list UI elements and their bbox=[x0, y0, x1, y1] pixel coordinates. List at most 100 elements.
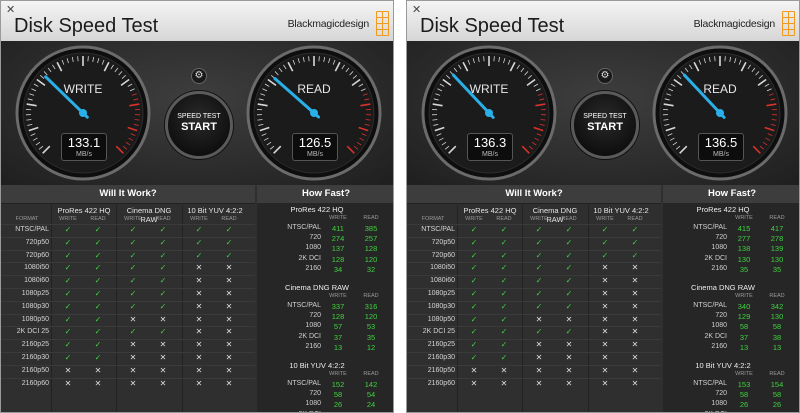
read-speed-value: 58 bbox=[772, 390, 782, 400]
cross-icon: ✕ bbox=[631, 327, 639, 337]
logo-square bbox=[788, 29, 795, 36]
check-icon: ✓ bbox=[64, 353, 72, 362]
write-speed-value: 35 bbox=[739, 264, 749, 274]
cross-icon: ✕ bbox=[535, 314, 543, 324]
cross-icon: ✕ bbox=[631, 301, 639, 311]
format-label: 2160p60 bbox=[21, 379, 49, 387]
check-icon: ✓ bbox=[565, 327, 573, 337]
read-unit: MB/s bbox=[307, 151, 323, 158]
format-label: 720p60 bbox=[25, 251, 49, 259]
cross-icon: ✕ bbox=[565, 378, 573, 388]
speed-row-label: 1080 bbox=[305, 400, 321, 408]
codec-column-header: 10 Bit YUV 4:2:2 bbox=[187, 206, 243, 215]
close-icon[interactable]: ✕ bbox=[6, 5, 15, 16]
speed-row-label: 2160 bbox=[711, 342, 727, 350]
check-icon: ✓ bbox=[129, 327, 137, 337]
check-icon: ✓ bbox=[535, 327, 543, 337]
cross-icon: ✕ bbox=[225, 314, 233, 324]
cross-icon: ✕ bbox=[195, 365, 203, 375]
format-label: 2160p60 bbox=[427, 379, 455, 387]
write-speed-value: 37 bbox=[739, 332, 749, 342]
check-icon: ✓ bbox=[535, 250, 543, 260]
check-icon: ✓ bbox=[64, 314, 72, 324]
speed-row-label: NTSC/PAL bbox=[287, 224, 321, 231]
speed-test-start-button[interactable]: SPEED TEST START bbox=[165, 91, 233, 159]
format-label: 1080p25 bbox=[427, 290, 455, 297]
close-icon[interactable]: ✕ bbox=[412, 5, 421, 16]
read-gauge-label: READ bbox=[297, 82, 331, 96]
check-icon: ✓ bbox=[94, 237, 102, 247]
cross-icon: ✕ bbox=[225, 353, 233, 362]
check-icon: ✓ bbox=[535, 225, 543, 234]
check-icon: ✓ bbox=[565, 225, 573, 234]
window-title: Disk Speed Test bbox=[420, 15, 565, 37]
speed-row-label: 1080 bbox=[305, 322, 321, 330]
check-icon: ✓ bbox=[470, 289, 478, 298]
check-icon: ✓ bbox=[94, 353, 102, 362]
check-icon: ✓ bbox=[64, 289, 72, 298]
write-speed-value: 13 bbox=[739, 342, 749, 352]
start-button-line2: START bbox=[587, 121, 623, 133]
check-icon: ✓ bbox=[470, 225, 478, 234]
speed-group-title: ProRes 422 HQ bbox=[696, 205, 750, 214]
write-value-box: 133.1 MB/s bbox=[61, 133, 107, 161]
speed-group-title: Cinema DNG RAW bbox=[285, 283, 349, 292]
write-value: 136.3 bbox=[473, 135, 507, 150]
how-fast-header: How Fast? bbox=[663, 185, 799, 204]
cross-icon: ✕ bbox=[225, 276, 233, 286]
speed-group-title: ProRes 422 HQ bbox=[290, 205, 344, 214]
check-icon: ✓ bbox=[601, 237, 609, 247]
cross-icon: ✕ bbox=[129, 314, 137, 324]
check-icon: ✓ bbox=[94, 250, 102, 260]
results-panel: Will It Work? How Fast? ProRes 422 HQ WRITE… bbox=[407, 185, 799, 412]
read-speed-value: 120 bbox=[364, 254, 378, 264]
check-icon: ✓ bbox=[64, 276, 72, 286]
check-icon: ✓ bbox=[535, 237, 543, 247]
read-speed-value: 128 bbox=[364, 244, 378, 254]
gear-icon[interactable]: ⚙ bbox=[191, 68, 207, 84]
check-icon: ✓ bbox=[500, 250, 508, 260]
cross-icon: ✕ bbox=[631, 353, 639, 362]
format-label: 720p60 bbox=[431, 251, 455, 259]
format-label: NTSC/PAL bbox=[15, 226, 49, 233]
check-icon: ✓ bbox=[470, 276, 478, 286]
speed-row-label: 1080 bbox=[305, 244, 321, 252]
format-label: 720p50 bbox=[25, 238, 49, 246]
gauge-panel: WRITE 133.1 MB/s READ 126.5 MB/s ⚙ SPEED TEST ST… bbox=[1, 41, 393, 185]
speed-group-title: Cinema DNG RAW bbox=[691, 283, 755, 292]
gear-icon[interactable]: ⚙ bbox=[597, 68, 613, 84]
speed-row-label: 720 bbox=[309, 390, 321, 398]
gauge-panel: WRITE 136.3 MB/s READ 136.5 MB/s ⚙ SPEED TEST ST… bbox=[407, 41, 799, 185]
write-speed-value: 129 bbox=[737, 312, 751, 322]
write-value: 133.1 bbox=[67, 135, 101, 150]
cross-icon: ✕ bbox=[195, 340, 203, 350]
read-speed-value: 385 bbox=[364, 224, 378, 233]
cross-icon: ✕ bbox=[601, 365, 609, 375]
cross-icon: ✕ bbox=[565, 314, 573, 324]
will-it-work-header: Will It Work? bbox=[1, 185, 255, 204]
speed-row-label: NTSC/PAL bbox=[693, 224, 727, 231]
cross-icon: ✕ bbox=[159, 378, 167, 388]
speed-row-label: 2K DCI bbox=[298, 332, 321, 340]
check-icon: ✓ bbox=[565, 250, 573, 260]
write-value-box: 136.3 MB/s bbox=[467, 133, 513, 161]
cross-icon: ✕ bbox=[631, 314, 639, 324]
speed-row-label: NTSC/PAL bbox=[693, 380, 727, 387]
cross-icon: ✕ bbox=[631, 289, 639, 298]
check-icon: ✓ bbox=[64, 263, 72, 273]
speed-row-label: 2160 bbox=[305, 264, 321, 272]
write-speed-value: 152 bbox=[331, 380, 345, 389]
read-gauge-label: READ bbox=[703, 82, 737, 96]
cross-icon: ✕ bbox=[195, 314, 203, 324]
cross-icon: ✕ bbox=[225, 340, 233, 350]
cross-icon: ✕ bbox=[601, 263, 609, 273]
check-icon: ✓ bbox=[565, 263, 573, 273]
cross-icon: ✕ bbox=[631, 276, 639, 286]
format-label: 2160p30 bbox=[21, 354, 49, 361]
speed-row-label: 2K DCI bbox=[704, 254, 727, 262]
write-speed-value: 337 bbox=[331, 302, 345, 311]
write-speed-value: 128 bbox=[331, 312, 345, 322]
brand-name: Blackmagicdesign bbox=[287, 18, 370, 30]
format-label: 720p50 bbox=[431, 238, 455, 246]
speed-test-start-button[interactable]: SPEED TEST START bbox=[571, 91, 639, 159]
